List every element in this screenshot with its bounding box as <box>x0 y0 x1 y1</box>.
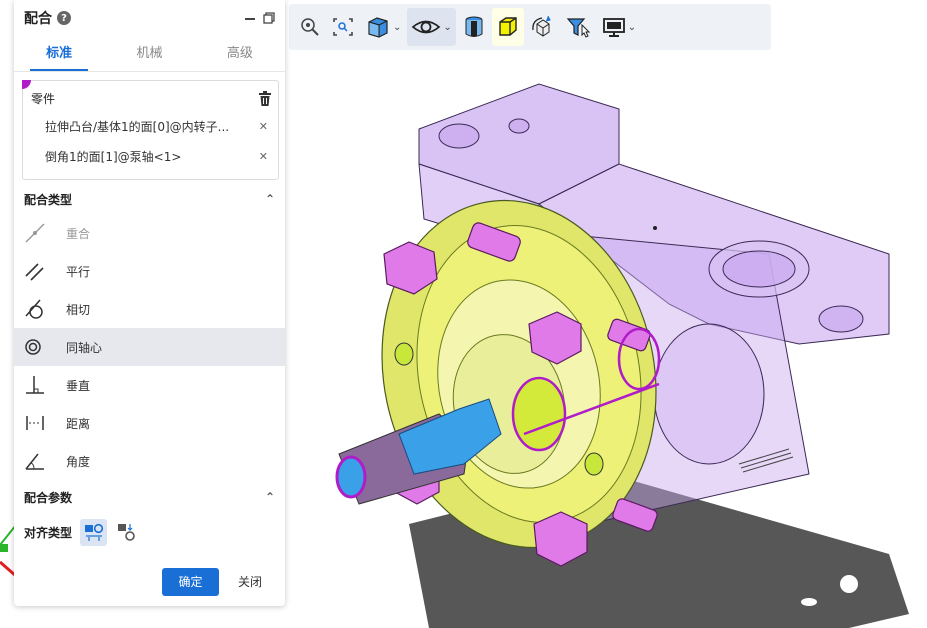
coincident-icon <box>25 223 45 243</box>
align-anti-aligned-button[interactable] <box>113 519 140 546</box>
help-icon[interactable]: ? <box>57 11 71 25</box>
view-toolbar: ⌄ ⌄ ⌄ <box>289 4 771 50</box>
chevron-up-icon[interactable]: ⌃ <box>265 490 275 504</box>
mate-params-section-header[interactable]: 配合参数 ⌃ <box>14 482 285 512</box>
display-settings-button[interactable]: ⌄ <box>598 8 640 46</box>
mate-type-label: 配合类型 <box>24 192 73 207</box>
mate-label: 角度 <box>66 454 91 469</box>
mate-coincident[interactable]: 重合 <box>14 214 285 252</box>
filter-button[interactable] <box>562 8 596 46</box>
remove-icon[interactable]: ✕ <box>259 120 268 133</box>
parallel-icon <box>25 263 44 281</box>
chevron-down-icon: ⌄ <box>627 21 637 33</box>
trash-icon[interactable] <box>258 90 272 106</box>
remove-icon[interactable]: ✕ <box>259 150 268 163</box>
panel-title: 配合 <box>24 11 52 27</box>
mate-parallel[interactable]: 平行 <box>14 252 285 290</box>
part-name: 拉伸凸台/基体1的面[0]@内转子... <box>45 119 230 134</box>
mate-perpendicular[interactable]: 垂直 <box>14 366 285 404</box>
perpendicular-icon <box>26 376 44 394</box>
3d-viewport[interactable] <box>289 54 927 628</box>
mate-params-label: 配合参数 <box>24 490 73 505</box>
align-type-label: 对齐类型 <box>24 525 73 540</box>
align-anti-aligned-icon <box>117 524 135 541</box>
view-orientation-icon <box>368 17 388 38</box>
section-view-icon <box>465 16 483 37</box>
panel-footer: 确定 关闭 <box>162 568 271 596</box>
panel-tabs: 标准 机械 高级 <box>14 36 285 72</box>
chevron-down-icon: ⌄ <box>443 21 452 33</box>
tangent-icon <box>25 299 43 319</box>
origin-point <box>653 226 657 230</box>
zoom-fit-button[interactable] <box>295 8 325 46</box>
filter-icon <box>566 18 590 38</box>
mate-angle[interactable]: 角度 <box>14 442 285 480</box>
close-button[interactable]: 关闭 <box>229 568 271 596</box>
pump-assembly-model[interactable] <box>289 54 927 628</box>
display-style-icon <box>499 17 517 36</box>
mate-panel: 配合 ? 标准 机械 高级 零件 拉伸凸台/基体1的面[0]@内转子... ✕ … <box>14 0 285 606</box>
zoom-area-button[interactable] <box>327 8 359 46</box>
concentric-icon <box>25 339 41 355</box>
tab-mechanical[interactable]: 机械 <box>104 36 194 71</box>
part-name: 倒角1的面[1]@泵轴<1> <box>45 149 182 164</box>
mate-concentric[interactable]: 同轴心 <box>14 328 285 366</box>
restore-window-icon[interactable] <box>263 12 275 24</box>
shadow-hole <box>840 575 858 593</box>
hide-show-button[interactable]: ⌄ <box>407 8 456 46</box>
section-view-button[interactable] <box>458 8 490 46</box>
mate-label: 同轴心 <box>66 340 103 355</box>
mate-label: 重合 <box>66 226 91 241</box>
mate-tangent[interactable]: 相切 <box>14 290 285 328</box>
hide-show-icon <box>411 20 441 34</box>
align-aligned-icon <box>84 523 103 541</box>
angle-icon <box>25 453 44 470</box>
app-window: ⌄ ⌄ ⌄ 配合 ? 标准 机械 高级 零件 拉伸凸台/基体1的面[0]@内转子… <box>0 0 927 628</box>
tab-standard[interactable]: 标准 <box>14 36 104 71</box>
chevron-up-icon[interactable]: ⌃ <box>265 192 275 206</box>
ok-button[interactable]: 确定 <box>162 568 219 596</box>
align-aligned-button[interactable] <box>80 518 108 546</box>
part-list-item[interactable]: 倒角1的面[1]@泵轴<1> ✕ <box>23 141 278 171</box>
panel-header: 配合 ? <box>14 0 285 36</box>
shadow-hole <box>801 598 817 606</box>
mate-label: 垂直 <box>66 378 91 393</box>
zoom-area-icon <box>333 18 353 36</box>
align-type-row: 对齐类型 <box>14 512 285 552</box>
mate-type-section-header[interactable]: 配合类型 ⌃ <box>14 184 285 214</box>
zoom-fit-icon <box>301 18 319 36</box>
mate-label: 平行 <box>66 264 91 279</box>
distance-icon <box>26 416 44 430</box>
display-style-button[interactable] <box>491 8 524 46</box>
rotate-view-button[interactable] <box>526 8 560 46</box>
rotate-view-icon <box>532 15 551 37</box>
mate-distance[interactable]: 距离 <box>14 404 285 442</box>
display-settings-icon <box>602 18 625 37</box>
view-orientation-button[interactable]: ⌄ <box>361 8 405 46</box>
chevron-down-icon: ⌄ <box>393 21 402 33</box>
minimize-icon[interactable] <box>245 18 255 20</box>
parts-label: 零件 <box>31 91 56 106</box>
mate-label: 相切 <box>66 302 91 317</box>
part-list-item[interactable]: 拉伸凸台/基体1的面[0]@内转子... ✕ <box>23 111 278 141</box>
parts-selection-box[interactable]: 零件 拉伸凸台/基体1的面[0]@内转子... ✕ 倒角1的面[1]@泵轴<1>… <box>22 80 279 180</box>
tab-advanced[interactable]: 高级 <box>195 36 285 71</box>
mate-label: 距离 <box>66 416 91 431</box>
